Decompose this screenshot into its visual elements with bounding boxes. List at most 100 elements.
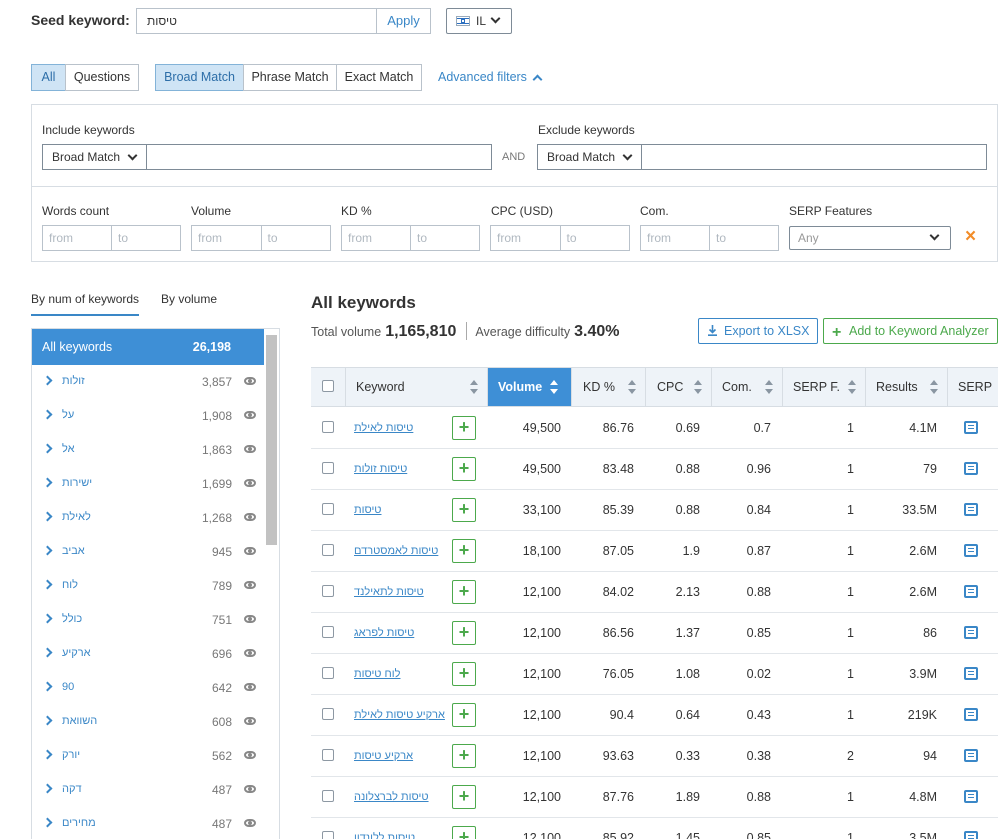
eye-icon[interactable]: [244, 615, 256, 623]
add-keyword-button[interactable]: +: [452, 703, 476, 727]
row-checkbox[interactable]: [322, 749, 334, 761]
add-keyword-button[interactable]: +: [452, 416, 476, 440]
add-keyword-button[interactable]: +: [452, 539, 476, 563]
chevron-right-icon[interactable]: [42, 817, 53, 828]
keyword-group-item[interactable]: לאילת 1,268: [32, 501, 264, 535]
keyword-link[interactable]: ארקיע טיסות לאילת: [354, 695, 445, 735]
serp-icon[interactable]: [964, 708, 978, 721]
row-checkbox[interactable]: [322, 462, 334, 474]
add-keyword-button[interactable]: +: [452, 826, 476, 839]
header-serp-features[interactable]: SERP F.: [782, 368, 865, 406]
header-com[interactable]: Com.: [711, 368, 782, 406]
chevron-right-icon[interactable]: [42, 579, 53, 590]
chevron-right-icon[interactable]: [42, 511, 53, 522]
keyword-group-item[interactable]: זולות 3,857: [32, 365, 264, 399]
keyword-group-item[interactable]: ארקיע 696: [32, 637, 264, 671]
sidebar-scrollbar[interactable]: [266, 335, 277, 545]
broad-match-button[interactable]: Broad Match: [155, 64, 244, 91]
eye-icon[interactable]: [244, 377, 256, 385]
serp-icon[interactable]: [964, 790, 978, 803]
add-keyword-button[interactable]: +: [452, 621, 476, 645]
serp-features-select[interactable]: Any: [789, 226, 951, 250]
range-to[interactable]: to: [260, 226, 331, 250]
row-checkbox[interactable]: [322, 626, 334, 638]
row-checkbox[interactable]: [322, 585, 334, 597]
exclude-keywords-input[interactable]: [641, 144, 987, 170]
serp-icon[interactable]: [964, 831, 978, 839]
chevron-right-icon[interactable]: [42, 409, 53, 420]
select-all-checkbox[interactable]: [322, 380, 334, 392]
eye-icon[interactable]: [244, 785, 256, 793]
keyword-group-item[interactable]: כולל 751: [32, 603, 264, 637]
serp-icon[interactable]: [964, 749, 978, 762]
chevron-right-icon[interactable]: [42, 783, 53, 794]
keyword-link[interactable]: טיסות זולות: [354, 449, 407, 489]
eye-icon[interactable]: [244, 819, 256, 827]
range-to[interactable]: to: [410, 226, 479, 250]
eye-icon[interactable]: [244, 683, 256, 691]
row-checkbox[interactable]: [322, 421, 334, 433]
volume-range[interactable]: from to: [191, 225, 331, 251]
keyword-link[interactable]: טיסות: [354, 490, 382, 530]
add-keyword-button[interactable]: +: [452, 498, 476, 522]
group-all-keywords[interactable]: All keywords 26,198: [32, 329, 264, 365]
exact-match-button[interactable]: Exact Match: [336, 64, 422, 91]
range-to[interactable]: to: [559, 226, 630, 250]
add-keyword-button[interactable]: +: [452, 662, 476, 686]
filter-all-button[interactable]: All: [31, 64, 66, 91]
chevron-right-icon[interactable]: [42, 749, 53, 760]
range-from[interactable]: from: [491, 226, 560, 250]
keyword-group-item[interactable]: 90 642: [32, 671, 264, 705]
eye-icon[interactable]: [244, 581, 256, 589]
serp-icon[interactable]: [964, 421, 978, 434]
add-keyword-button[interactable]: +: [452, 744, 476, 768]
serp-icon[interactable]: [964, 667, 978, 680]
header-results[interactable]: Results: [865, 368, 947, 406]
tab-by-num-keywords[interactable]: By num of keywords: [31, 292, 140, 316]
keyword-link[interactable]: טיסות ללונדון: [354, 818, 415, 839]
header-cpc[interactable]: CPC: [645, 368, 711, 406]
keyword-group-item[interactable]: יורק 562: [32, 739, 264, 773]
serp-icon[interactable]: [964, 585, 978, 598]
keyword-group-item[interactable]: השוואת 608: [32, 705, 264, 739]
eye-icon[interactable]: [244, 649, 256, 657]
serp-icon[interactable]: [964, 503, 978, 516]
eye-icon[interactable]: [244, 547, 256, 555]
add-keyword-button[interactable]: +: [452, 785, 476, 809]
keyword-link[interactable]: ארקיע טיסות: [354, 736, 413, 776]
keyword-group-item[interactable]: לוח 789: [32, 569, 264, 603]
clear-filters-icon[interactable]: ×: [965, 226, 976, 248]
keyword-link[interactable]: לוח טיסות: [354, 654, 400, 694]
serp-icon[interactable]: [964, 544, 978, 557]
keyword-group-item[interactable]: אביב 945: [32, 535, 264, 569]
keyword-link[interactable]: טיסות לאילת: [354, 408, 413, 448]
export-xlsx-button[interactable]: Export to XLSX: [698, 318, 818, 344]
keyword-link[interactable]: טיסות לברצלונה: [354, 777, 429, 817]
chevron-right-icon[interactable]: [42, 545, 53, 556]
keyword-link[interactable]: טיסות לאמסטרדם: [354, 531, 438, 571]
add-to-keyword-analyzer-button[interactable]: + Add to Keyword Analyzer: [823, 318, 998, 344]
header-kd[interactable]: KD %: [571, 368, 645, 406]
range-from[interactable]: from: [43, 226, 111, 250]
keyword-link[interactable]: טיסות לתאילנד: [354, 572, 424, 612]
apply-button[interactable]: Apply: [376, 8, 431, 34]
eye-icon[interactable]: [244, 751, 256, 759]
keyword-group-item[interactable]: דקה 487: [32, 773, 264, 807]
kd-range[interactable]: from to: [341, 225, 480, 251]
eye-icon[interactable]: [244, 411, 256, 419]
chevron-right-icon[interactable]: [42, 443, 53, 454]
range-to[interactable]: to: [709, 226, 778, 250]
chevron-right-icon[interactable]: [42, 647, 53, 658]
advanced-filters-toggle[interactable]: Advanced filters: [438, 70, 543, 85]
serp-icon[interactable]: [964, 626, 978, 639]
include-match-select[interactable]: Broad Match: [42, 144, 147, 170]
range-from[interactable]: from: [641, 226, 709, 250]
row-checkbox[interactable]: [322, 544, 334, 556]
row-checkbox[interactable]: [322, 790, 334, 802]
include-keywords-input[interactable]: [146, 144, 492, 170]
chevron-right-icon[interactable]: [42, 715, 53, 726]
chevron-right-icon[interactable]: [42, 681, 53, 692]
chevron-right-icon[interactable]: [42, 375, 53, 386]
filter-questions-button[interactable]: Questions: [65, 64, 139, 91]
add-keyword-button[interactable]: +: [452, 457, 476, 481]
